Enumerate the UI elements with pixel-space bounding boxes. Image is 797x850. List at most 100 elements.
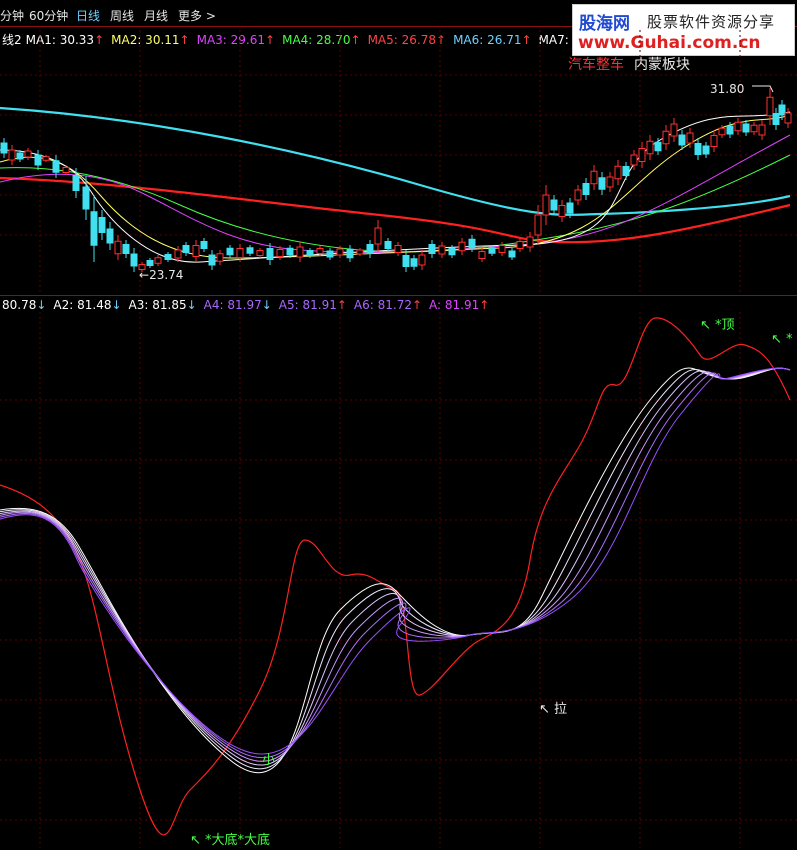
candle-body: [200, 241, 208, 249]
candle-body: [726, 125, 734, 135]
candle-body: [428, 244, 436, 254]
signal-pull: ↖ 拉: [539, 702, 568, 717]
candle-body: [606, 176, 614, 188]
candle-body: [614, 165, 622, 180]
candle-body: [734, 121, 742, 132]
candle-body: [662, 130, 670, 145]
candle-body: [686, 132, 694, 144]
candle-body: [710, 135, 718, 147]
candle-body: [164, 254, 172, 260]
candle-body: [638, 148, 646, 162]
candle-body: [598, 177, 606, 190]
candle-body: [122, 244, 130, 254]
candle-body: [52, 160, 60, 173]
low-price-label: ←23.74: [139, 268, 183, 282]
candle-body: [130, 253, 138, 267]
candle-body: [574, 189, 582, 201]
candle-body: [336, 248, 344, 256]
candle-body: [410, 258, 418, 267]
low-price-arrow: ←: [139, 268, 150, 282]
osc-a: A: 81.91↑: [429, 298, 490, 312]
candle-body: [498, 245, 506, 253]
osc-direction-icon: ↓: [36, 298, 47, 312]
candle-body: [0, 142, 8, 154]
osc-direction-icon: ↑: [479, 298, 490, 312]
candle-body: [702, 145, 710, 155]
candle-body: [286, 247, 294, 256]
osc-a4: A4: 81.97↓: [203, 298, 272, 312]
candle-body: [448, 247, 456, 256]
candle-body: [558, 205, 566, 217]
oscillator-red-line: [0, 317, 791, 836]
candle-body: [306, 250, 314, 256]
candle-body: [192, 245, 200, 257]
oscillator-values: 80.78↓ A2: 81.48↓ A3: 81.85↓ A4: 81.97↓ A5: …: [2, 298, 496, 312]
candle-body: [766, 96, 774, 117]
candle-body: [582, 183, 590, 195]
candle-body: [90, 211, 98, 246]
signal-top2: ↖ *: [771, 332, 793, 347]
candle-body: [356, 249, 364, 255]
candle-body: [256, 250, 264, 256]
candle-body: [82, 186, 90, 210]
candle-body: [590, 170, 598, 185]
candle-body: [622, 166, 630, 176]
candle-body: [418, 254, 426, 266]
osc-value: 80.78↓: [2, 298, 47, 312]
osc-direction-icon: ↑: [336, 298, 347, 312]
signal-small: 小: [262, 753, 276, 768]
candle-body: [516, 241, 524, 249]
low-price-value: 23.74: [149, 268, 184, 282]
candlesticks: [0, 88, 792, 272]
candle-body: [296, 246, 304, 258]
oscillator-band-line: [0, 367, 791, 770]
candle-body: [566, 202, 574, 214]
panel-separator: [0, 295, 797, 296]
candle-body: [98, 217, 106, 233]
oscillator-lines: [0, 317, 791, 836]
candle-body: [384, 241, 392, 249]
candle-body: [468, 238, 476, 249]
candle-body: [508, 250, 516, 258]
candle-body: [458, 241, 466, 252]
oscillator-band-line: [0, 367, 791, 755]
candle-body: [750, 124, 758, 133]
candle-body: [226, 247, 234, 256]
candle-body: [208, 254, 216, 266]
candle-body: [16, 152, 24, 160]
candle-body: [630, 154, 638, 166]
candle-body: [266, 248, 274, 260]
candle-body: [718, 127, 726, 136]
candle-body: [106, 228, 114, 244]
candle-body: [316, 248, 324, 254]
candle-body: [346, 248, 354, 259]
candle-body: [646, 140, 654, 155]
osc-a6: A6: 81.72↑: [353, 298, 423, 312]
candle-body: [146, 260, 154, 266]
candle-body: [678, 134, 686, 146]
osc-a2: A2: 81.48↓: [53, 298, 122, 312]
candle-body: [488, 247, 496, 254]
candle-body: [694, 143, 702, 155]
candle-body: [654, 141, 662, 152]
candle-body: [62, 167, 70, 173]
candle-body: [742, 123, 750, 133]
chart-canvas[interactable]: [0, 0, 797, 850]
candle-body: [772, 113, 780, 125]
candle-body: [366, 244, 374, 254]
osc-direction-icon: ↓: [111, 298, 122, 312]
candle-body: [542, 194, 550, 216]
candle-body: [114, 240, 122, 255]
osc-a3: A3: 81.85↓: [128, 298, 197, 312]
candle-body: [778, 104, 786, 116]
candle-body: [326, 250, 334, 258]
candle-body: [394, 245, 402, 253]
candle-body: [72, 175, 80, 191]
candle-body: [550, 199, 558, 211]
osc-direction-icon: ↓: [186, 298, 197, 312]
grid-lines: [0, 30, 797, 848]
sub-indicator-row: 80.78↓ A2: 81.48↓ A3: 81.85↓ A4: 81.97↓ A5: …: [2, 298, 503, 312]
candle-body: [784, 112, 792, 124]
signal-bottom: ↖ *大底*大底: [190, 833, 271, 848]
candle-body: [246, 247, 254, 254]
